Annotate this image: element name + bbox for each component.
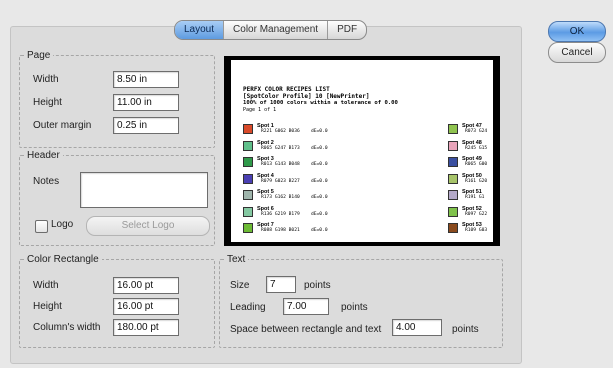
- rect-width-label: Width: [33, 280, 59, 291]
- logo-label: Logo: [51, 219, 74, 230]
- preview-swatch: [448, 140, 458, 151]
- preview-swatch-values: R079 G023 B227: [261, 178, 300, 184]
- preview-swatch: [448, 223, 458, 233]
- preview-swatch-values: R221 G062 B036: [261, 129, 300, 134]
- tab-bar: Layout Color Management PDF: [174, 20, 368, 40]
- preview-swatch: [243, 157, 253, 167]
- preview-swatch-de: dE=0.0: [311, 162, 328, 167]
- ok-button[interactable]: OK: [548, 21, 606, 42]
- preview-swatch-de: dE=0.0: [311, 211, 328, 217]
- preview-swatch: [243, 190, 253, 200]
- preview-swatch-values: R065 G247 B173: [261, 145, 300, 151]
- notes-label: Notes: [33, 176, 60, 187]
- page-height-field[interactable]: [113, 94, 179, 111]
- leading-label: Leading: [230, 302, 266, 313]
- text-size-label: Size: [230, 280, 250, 291]
- preview-swatch-de: dE=0.0: [311, 178, 328, 184]
- preview-swatch-de: dE=0.0: [311, 195, 328, 200]
- preview-swatch-values: R245 G15: [465, 145, 488, 151]
- preview-swatch-values: R161 G20: [465, 178, 488, 184]
- text-size-field[interactable]: [266, 276, 296, 293]
- preview-swatch-values: R136 G219 B179: [261, 211, 300, 217]
- preview-page-number: Page 1 of 1: [243, 107, 277, 113]
- page-legend: Page: [27, 50, 51, 61]
- preview-swatch-values: R109 G03: [465, 228, 488, 233]
- preview-title: PERFX COLOR RECIPES LIST: [243, 86, 330, 93]
- leading-unit: points: [341, 302, 368, 313]
- leading-field[interactable]: [283, 298, 329, 315]
- tab-layout[interactable]: Layout: [175, 21, 224, 39]
- preview-swatch-de: dE=0.0: [311, 228, 328, 233]
- preview-swatch-values: R073 G24: [465, 129, 488, 134]
- select-logo-button[interactable]: Select Logo: [86, 216, 210, 236]
- preview-swatch-de: dE=0.0: [311, 129, 328, 134]
- preview-swatch-values: R088 G198 B021: [261, 228, 300, 233]
- preview-subtitle: [SpotColor Profile] 10 [NewPrinter]: [243, 93, 370, 100]
- logo-checkbox[interactable]: [35, 220, 48, 233]
- tab-color-management[interactable]: Color Management: [223, 21, 327, 39]
- preview-swatch: [243, 206, 253, 217]
- header-legend: Header: [27, 150, 60, 161]
- notes-textarea[interactable]: [80, 172, 208, 208]
- preview-swatch: [448, 190, 458, 200]
- preview-swatch: [243, 140, 253, 151]
- spacing-unit: points: [452, 324, 479, 335]
- preview-swatch: [243, 173, 253, 184]
- preview-swatch: [243, 124, 253, 134]
- page-width-field[interactable]: [113, 71, 179, 88]
- preview-tolerance: 100% of 1000 colors within a tolerance o…: [243, 100, 398, 106]
- preview-swatch-values: R097 G22: [465, 211, 488, 217]
- column-width-field[interactable]: [113, 319, 179, 336]
- color-rectangle-legend: Color Rectangle: [27, 254, 99, 265]
- preview-swatch-values: R191 G1: [465, 195, 485, 200]
- spacing-field[interactable]: [392, 319, 442, 336]
- page-height-label: Height: [33, 97, 62, 108]
- preview-swatch-values: R065 G00: [465, 162, 488, 167]
- preview-page: PERFX COLOR RECIPES LIST [SpotColor Prof…: [231, 60, 493, 242]
- rect-width-field[interactable]: [113, 277, 179, 294]
- spacing-label: Space between rectangle and text: [230, 324, 382, 335]
- cancel-button[interactable]: Cancel: [548, 42, 606, 63]
- preview-swatch-values: R013 G143 B048: [261, 162, 300, 167]
- text-legend: Text: [227, 254, 246, 265]
- layout-preview: PERFX COLOR RECIPES LIST [SpotColor Prof…: [224, 56, 500, 246]
- preview-swatch-de: dE=0.0: [311, 145, 328, 151]
- preview-swatch: [448, 173, 458, 184]
- preview-swatch: [448, 206, 458, 217]
- column-width-label: Column's width: [33, 322, 101, 333]
- text-size-unit: points: [304, 280, 331, 291]
- preview-swatch-values: R173 G162 B140: [261, 195, 300, 200]
- outer-margin-label: Outer margin: [33, 120, 92, 131]
- preview-swatch: [448, 124, 458, 134]
- preview-swatch: [448, 157, 458, 167]
- rect-height-field[interactable]: [113, 298, 179, 315]
- rect-height-label: Height: [33, 301, 62, 312]
- outer-margin-field[interactable]: [113, 117, 179, 134]
- page-width-label: Width: [33, 74, 59, 85]
- preview-swatch: [243, 223, 253, 233]
- tab-pdf[interactable]: PDF: [327, 21, 366, 39]
